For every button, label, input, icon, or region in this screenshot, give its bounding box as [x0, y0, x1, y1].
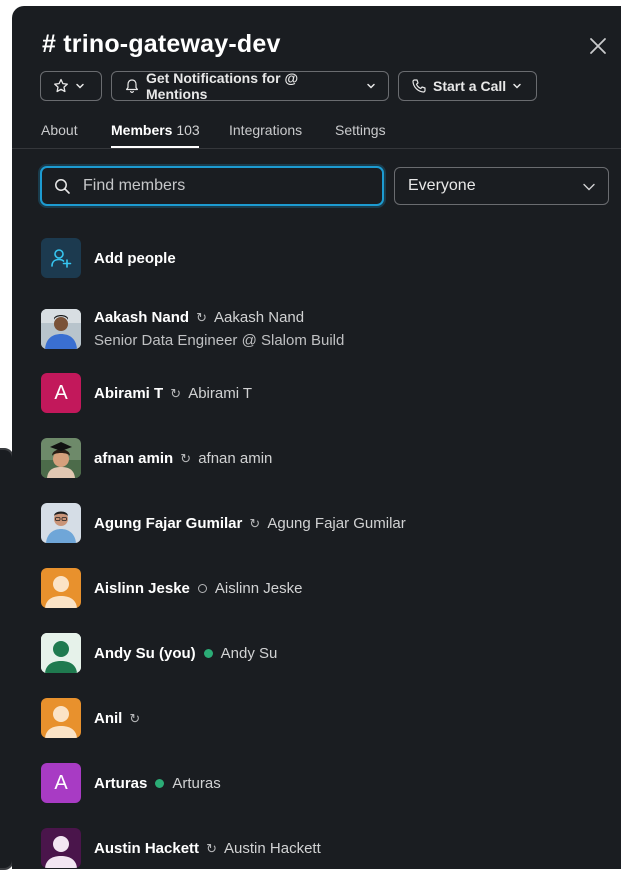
member-display-name: Arturas	[172, 774, 221, 792]
tab-integrations[interactable]: Integrations	[229, 122, 302, 138]
avatar	[41, 438, 81, 478]
member-name: Arturas	[94, 774, 148, 792]
avatar-initial: A	[54, 381, 68, 404]
active-status-icon	[203, 647, 214, 660]
close-icon[interactable]	[588, 36, 608, 56]
notifications-label: Get Notifications for @ Mentions	[146, 70, 299, 102]
modal-header: # trino-gateway-dev Get Notifications fo…	[12, 6, 621, 149]
tab-about[interactable]: About	[41, 122, 78, 138]
members-count: 103	[176, 122, 200, 138]
avatar	[41, 309, 81, 349]
avatar-initial: A	[54, 771, 68, 794]
member-row[interactable]: Andy Su (you) Andy Su	[41, 631, 277, 675]
user-photo-icon	[41, 309, 81, 349]
star-icon	[54, 78, 68, 93]
add-people-button[interactable]: Add people	[41, 236, 176, 280]
dnd-status-icon: ↻	[129, 710, 141, 726]
start-call-button[interactable]: Start a Call	[398, 71, 537, 101]
dnd-status-icon: ↻	[206, 840, 217, 856]
add-people-label: Add people	[94, 249, 176, 267]
member-name: afnan amin	[94, 449, 174, 467]
bell-icon	[126, 79, 138, 93]
member-name: Agung Fajar Gumilar	[94, 514, 243, 532]
dnd-status-icon: ↻	[249, 515, 261, 531]
search-icon	[55, 178, 70, 194]
member-row[interactable]: A Arturas Arturas	[41, 761, 221, 805]
member-display-name: Agung Fajar Gumilar	[267, 514, 406, 532]
member-row[interactable]: Agung Fajar Gumilar ↻ Agung Fajar Gumila…	[41, 501, 406, 545]
tab-settings[interactable]: Settings	[335, 122, 386, 138]
user-photo-icon	[41, 503, 81, 543]
member-row[interactable]: Aakash Nand ↻ Aakash Nand Senior Data En…	[41, 300, 344, 358]
member-display-name: Andy Su	[220, 644, 278, 662]
active-tab-indicator	[111, 146, 199, 148]
default-user-icon	[45, 576, 77, 608]
chevron-down-icon	[513, 83, 521, 89]
tab-members[interactable]: Members 103	[111, 122, 200, 138]
chevron-down-icon	[76, 83, 84, 89]
default-user-icon	[41, 633, 81, 673]
chevron-down-icon	[583, 183, 595, 191]
channel-title: # trino-gateway-dev	[42, 30, 281, 58]
member-display-name: Abirami T	[188, 384, 253, 402]
dnd-status-icon: ↻	[180, 450, 192, 466]
avatar	[41, 828, 81, 868]
dnd-status-icon: ↻	[170, 385, 182, 401]
star-button[interactable]	[40, 71, 102, 101]
member-name: Aakash Nand	[94, 309, 190, 326]
avatar	[41, 503, 81, 543]
member-display-name: Aakash Nand	[214, 309, 305, 326]
away-status-icon	[197, 582, 208, 595]
member-filter-select[interactable]: Everyone	[394, 167, 609, 205]
notifications-button[interactable]: Get Notifications for @ Mentions	[111, 70, 389, 102]
avatar	[41, 633, 81, 673]
member-row[interactable]: afnan amin ↻ afnan amin	[41, 436, 272, 480]
member-display-name: Austin Hackett	[224, 839, 321, 857]
active-status-icon	[154, 777, 165, 790]
member-info: Aakash Nand ↻ Aakash Nand Senior Data En…	[94, 309, 344, 349]
default-user-icon	[45, 706, 77, 738]
add-people-icon	[41, 238, 81, 278]
dnd-status-icon: ↻	[196, 310, 207, 325]
member-name: Abirami T	[94, 384, 164, 402]
member-filter-value: Everyone	[408, 177, 476, 194]
member-name: Aislinn Jeske	[94, 579, 190, 597]
member-row[interactable]: Anil ↻	[41, 696, 140, 740]
member-title: Senior Data Engineer @ Slalom Build	[94, 332, 345, 349]
member-display-name: Aislinn Jeske	[214, 579, 303, 597]
member-row[interactable]: Aislinn Jeske Aislinn Jeske	[41, 566, 302, 610]
start-call-label: Start a Call	[433, 78, 507, 94]
phone-icon	[412, 79, 426, 93]
member-name: Andy Su (you)	[94, 644, 196, 662]
avatar: A	[41, 763, 81, 803]
avatar	[41, 568, 81, 608]
search-box[interactable]	[40, 166, 384, 206]
member-row[interactable]: A Abirami T ↻ Abirami T	[41, 371, 252, 415]
channel-details-modal: # trino-gateway-dev Get Notifications fo…	[12, 6, 621, 869]
avatar	[41, 698, 81, 738]
tab-bar: About Members 103 Integrations Settings	[12, 114, 621, 149]
avatar: A	[41, 373, 81, 413]
member-name: Anil	[94, 709, 123, 727]
member-display-name: afnan amin	[198, 449, 273, 467]
member-row[interactable]: Austin Hackett ↻ Austin Hackett	[41, 826, 321, 869]
tab-members-label: Members	[111, 122, 173, 138]
default-user-icon	[45, 836, 77, 868]
chevron-down-icon	[367, 83, 375, 89]
search-input[interactable]	[81, 176, 365, 196]
user-photo-icon	[41, 438, 81, 478]
member-name: Austin Hackett	[94, 839, 200, 857]
